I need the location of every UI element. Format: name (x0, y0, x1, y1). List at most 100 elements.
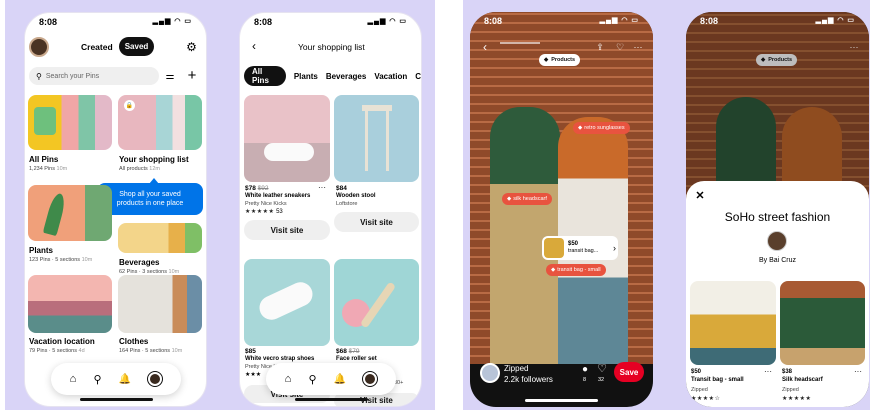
product-thumb (544, 238, 564, 258)
phone-saved-boards: 8:08 ▂▄▆ ◠ ▭ Created Saved ⚙ ⚲ Search yo… (24, 12, 207, 407)
bell-icon[interactable]: 🔔 (119, 374, 131, 385)
heart-icon[interactable]: ♡ (615, 42, 625, 52)
save-button[interactable]: Save (614, 362, 644, 382)
phone-pin-closeup: 8:08 ▂▄▆ ◠ ▭ ‹ ⇪ ♡ ··· ◆ Products ◆ retro … (470, 12, 653, 407)
add-icon[interactable]: + (185, 67, 199, 84)
board-meta: 164 Pins · 5 sections 10m (119, 348, 183, 354)
board-name: Vacation location (29, 337, 95, 346)
product-sheet: ✕ SoHo street fashion By Bai Cruz $50 ··… (686, 181, 869, 407)
product-price: $38 (782, 369, 793, 375)
product-brand: Zipped (782, 387, 799, 393)
home-indicator (295, 398, 368, 401)
comment-count: 8 (583, 377, 587, 383)
back-icon[interactable]: ‹ (248, 39, 260, 53)
product-image-face-roller (334, 259, 419, 346)
board-name: Beverages (119, 258, 160, 267)
board-name: Your shopping list (119, 155, 189, 164)
tab-created[interactable]: Created (81, 42, 113, 52)
search-icon[interactable]: ⚲ (93, 373, 101, 386)
chip-plants[interactable]: Plants (294, 72, 318, 81)
board-cover-clothes (118, 275, 202, 333)
board-cover-vacation (28, 275, 112, 333)
tab-saved[interactable]: Saved (119, 37, 154, 56)
creator-name[interactable]: Zipped (504, 364, 528, 373)
settings-icon[interactable]: ⚙ (185, 40, 198, 54)
product-name: Silk headscarf (782, 377, 823, 383)
more-icon[interactable]: ··· (854, 367, 862, 376)
product-rating: ★★★★★ (782, 396, 812, 402)
product-tag-headscarf[interactable]: ◆ silk headscarf (502, 193, 552, 205)
visit-site-button[interactable]: Visit site (244, 220, 330, 240)
bottom-nav: ⌂ ⚲ 🔔 (51, 363, 181, 395)
chip-vacation[interactable]: Vacation (374, 72, 407, 81)
board-meta: 1,234 Pins 10m (29, 166, 68, 172)
product-name: White vecro strap shoes (245, 356, 315, 362)
product-tag-sunglasses[interactable]: ◆ retro sunglasses (573, 122, 630, 134)
status-time: 8:08 (39, 17, 58, 27)
product-brand: Zipped (691, 387, 708, 393)
heart-icon[interactable]: ♡ (596, 362, 608, 375)
status-bar: 8:08 ▂▄▆ ◠ ▭ (470, 12, 653, 30)
board-cover-plants (28, 185, 112, 241)
chevron-right-icon: › (613, 243, 616, 253)
product-brand: Pretty Nice Kicks (245, 201, 287, 207)
card-price: $50 (568, 241, 579, 248)
more-icon[interactable]: ··· (764, 367, 772, 376)
visit-site-button[interactable]: Visit site (334, 212, 419, 232)
more-icon[interactable]: ··· (318, 183, 326, 192)
chip-all-pins[interactable]: All Pins (244, 66, 286, 86)
product-tag-transit[interactable]: ◆ transit bag - small (546, 264, 606, 276)
search-icon[interactable]: ⚲ (308, 373, 316, 386)
products-tag[interactable]: ◆ Products (756, 54, 798, 66)
tooltip-shopping: Shop all your saved products in one plac… (97, 183, 203, 215)
sheet-author[interactable]: By Bai Cruz (686, 257, 869, 264)
creator-avatar[interactable] (480, 363, 500, 383)
board-cover-beverages (118, 223, 202, 253)
status-bar: 8:08 ▂▄▆ ◠ ▭ (25, 13, 206, 31)
product-card-transit[interactable]: $50 transit bag... › (542, 236, 618, 260)
search-placeholder: Search your Pins (45, 72, 100, 80)
close-icon[interactable]: ✕ (694, 189, 706, 202)
chip-row: All Pins Plants Beverages Vacation C (244, 66, 421, 86)
author-avatar[interactable] (767, 231, 787, 251)
chip-beverages[interactable]: Beverages (326, 72, 366, 81)
profile-nav-avatar[interactable] (148, 372, 163, 386)
product-price: $50 (691, 369, 702, 375)
comment-icon[interactable]: ● (579, 363, 591, 375)
product-rating: ★★★★☆ (691, 396, 721, 402)
home-indicator (80, 398, 153, 401)
board-meta: 123 Pins · 5 sections 10m (29, 257, 93, 263)
filter-icon[interactable]: ⚌ (164, 70, 176, 82)
profile-avatar[interactable] (29, 37, 49, 57)
like-count: 32 (598, 377, 605, 383)
search-input[interactable]: ⚲ Search your Pins (29, 67, 159, 85)
phone-product-sheet: 8:08 ▂▄▆ ◠ ▭ ◆ Products ··· ✕ SoHo street… (686, 12, 869, 407)
product-image-stool (334, 95, 419, 182)
products-tag[interactable]: ◆ Products (539, 54, 581, 66)
back-icon[interactable]: ‹ (480, 40, 490, 54)
search-icon: ⚲ (36, 71, 42, 81)
signal-icon: ▂▄▆ ◠ ▭ (599, 17, 639, 24)
lock-icon: 🔒 (124, 100, 135, 111)
share-icon[interactable]: ⇪ (595, 42, 605, 52)
profile-nav-avatar[interactable] (363, 372, 378, 386)
product-image-sneakers (244, 95, 330, 182)
product-price: $78 $92 (245, 185, 269, 192)
home-icon[interactable]: ⌂ (285, 373, 292, 385)
product-rating: ★★★★★ 53 (245, 209, 283, 215)
home-icon[interactable]: ⌂ (70, 373, 77, 385)
product-price: $84 (336, 185, 347, 192)
chip-more[interactable]: C (415, 72, 421, 81)
status-time: 8:08 (700, 16, 719, 26)
status-bar: 8:08 ▂▄▆ ◠ ▭ (240, 13, 421, 31)
product-name: White leather sneakers (245, 193, 311, 199)
bell-icon[interactable]: 🔔 (334, 374, 346, 385)
more-icon[interactable]: ··· (848, 42, 860, 52)
more-icon[interactable]: ··· (632, 42, 644, 52)
sheet-title: SoHo street fashion (724, 210, 831, 224)
board-name: Clothes (119, 337, 149, 346)
board-cover-all-pins (28, 95, 112, 150)
tag-icon: ◆ (544, 57, 549, 63)
tag-icon: ◆ (507, 196, 512, 202)
product-name: Transit bag - small (691, 377, 744, 383)
